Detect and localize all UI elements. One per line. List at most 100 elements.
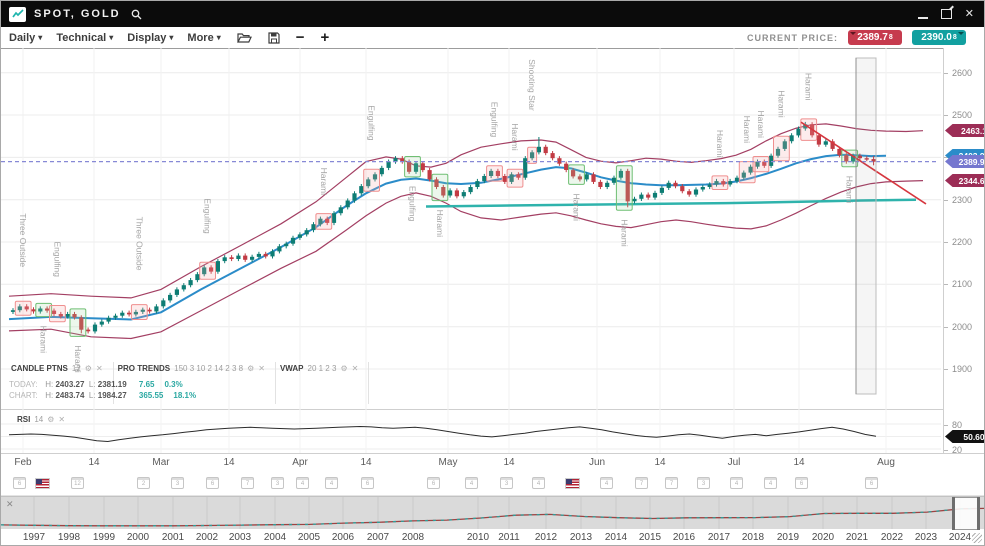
calendar-event-icon[interactable]: 4 [600, 477, 613, 489]
navigator-chart[interactable] [1, 497, 985, 530]
close-icon[interactable]: ✕ [96, 364, 103, 373]
us-flag-event-icon[interactable] [35, 478, 50, 489]
calendar-event-icon[interactable]: 3 [500, 477, 513, 489]
year-axis: 1997199819992000200120022003200420052006… [1, 529, 985, 546]
calendar-event-icon[interactable]: 3 [271, 477, 284, 489]
menu-display[interactable]: Display▾ [127, 32, 173, 44]
chevron-down-icon: ▾ [109, 33, 113, 42]
year-label: 2007 [367, 532, 389, 543]
svg-text:Harami: Harami [319, 168, 329, 196]
year-label: 1997 [23, 532, 45, 543]
indicator-price-badge: 2344.63 [945, 174, 985, 187]
calendar-event-icon[interactable]: 4 [465, 477, 478, 489]
svg-text:Harami: Harami [435, 210, 445, 238]
year-label: 2003 [229, 532, 251, 543]
price-axis[interactable]: 260025002400230022002100200019008020 [943, 48, 985, 453]
candlestick-chart[interactable]: Three OutsideHaramiEngulfingHaramiThree … [1, 48, 985, 409]
navigator-handle[interactable] [977, 497, 980, 530]
year-label: 2011 [498, 532, 520, 543]
price-tick-label: 2000 [952, 322, 972, 332]
calendar-event-icon[interactable]: 6 [865, 477, 878, 489]
save-icon[interactable] [268, 32, 280, 44]
year-label: 2022 [881, 532, 903, 543]
calendar-event-icon[interactable]: 7 [635, 477, 648, 489]
rsi-pane[interactable]: RSI14 ⚙ ✕ [1, 409, 985, 454]
x-axis-label: Mar [152, 457, 169, 468]
x-axis-label: 14 [223, 457, 234, 468]
app-logo-icon [9, 7, 26, 22]
calendar-event-icon[interactable]: 6 [795, 477, 808, 489]
x-axis-label: Jun [589, 457, 605, 468]
rsi-value-badge: 50.60 [945, 430, 985, 443]
history-navigator[interactable]: ✕ [1, 496, 985, 531]
navigator-close-icon[interactable]: ✕ [6, 499, 14, 510]
zoom-out-button[interactable]: − [296, 30, 305, 45]
main-chart-pane[interactable]: Three OutsideHaramiEngulfingHaramiThree … [1, 48, 985, 410]
gear-icon[interactable]: ⚙ [47, 415, 54, 424]
zoom-in-button[interactable]: + [320, 30, 329, 45]
gear-icon[interactable]: ⚙ [247, 364, 254, 373]
year-label: 2021 [846, 532, 868, 543]
minimize-button[interactable] [918, 16, 928, 19]
calendar-event-icon[interactable]: 4 [296, 477, 309, 489]
calendar-event-icon[interactable]: 6 [361, 477, 374, 489]
calendar-event-icon[interactable]: 4 [730, 477, 743, 489]
calendar-event-icon[interactable]: 6 [427, 477, 440, 489]
time-axis[interactable]: Feb14Mar14Apr14May14Jun14Jul14Aug [1, 453, 985, 473]
svg-text:Engulfing: Engulfing [52, 242, 62, 278]
calendar-event-icon[interactable]: 6 [13, 477, 26, 489]
search-icon[interactable] [131, 9, 142, 20]
svg-text:Harami: Harami [776, 90, 786, 118]
menu-timeframe[interactable]: Daily▾ [9, 32, 42, 44]
year-label: 2010 [467, 532, 489, 543]
open-folder-icon[interactable] [237, 32, 252, 44]
menu-technical[interactable]: Technical▾ [56, 32, 113, 44]
gear-icon[interactable]: ⚙ [340, 364, 347, 373]
year-label: 2014 [605, 532, 627, 543]
popout-button[interactable] [941, 9, 952, 19]
calendar-event-icon[interactable]: 2 [137, 477, 150, 489]
year-label: 2008 [402, 532, 424, 543]
last-price-badge: 2389.93 [945, 155, 985, 168]
calendar-event-icon[interactable]: 4 [532, 477, 545, 489]
x-axis-label: 14 [360, 457, 371, 468]
calendar-event-icon[interactable]: 3 [697, 477, 710, 489]
rsi-chart[interactable] [1, 409, 985, 453]
year-label: 2020 [812, 532, 834, 543]
close-icon[interactable]: ✕ [352, 364, 359, 373]
navigator-handle[interactable] [952, 497, 955, 530]
year-label: 1998 [58, 532, 80, 543]
legend-vwap[interactable]: VWAP20 1 2 3 ⚙ ✕ [276, 362, 369, 404]
x-axis-label: 14 [503, 457, 514, 468]
year-label: 2019 [777, 532, 799, 543]
menu-more[interactable]: More▾ [187, 32, 220, 44]
toolbar: Daily▾ Technical▾ Display▾ More▾ − + CUR… [1, 27, 984, 49]
navigator-selection-window[interactable] [954, 497, 978, 530]
close-button[interactable]: ✕ [965, 9, 974, 20]
svg-text:Harami: Harami [510, 123, 520, 151]
calendar-event-icon[interactable]: 7 [665, 477, 678, 489]
year-label: 2002 [196, 532, 218, 543]
price-tick-label: 2500 [952, 110, 972, 120]
us-flag-event-icon[interactable] [565, 478, 580, 489]
year-label: 2006 [332, 532, 354, 543]
current-price-label: CURRENT PRICE: [747, 33, 838, 43]
year-label: 2024 [949, 532, 971, 543]
price-tick-label: 1900 [952, 364, 972, 374]
calendar-event-icon[interactable]: 3 [171, 477, 184, 489]
resize-grip-icon[interactable] [972, 533, 982, 543]
calendar-event-icon[interactable]: 4 [325, 477, 338, 489]
x-axis-label: Jul [728, 457, 741, 468]
svg-text:Harami: Harami [756, 111, 766, 139]
app-window: SPOT, GOLD ✕ Daily▾ Technical▾ Display▾ … [0, 0, 985, 546]
legend-rsi[interactable]: RSI14 ⚙ ✕ [17, 415, 65, 424]
calendar-event-icon[interactable]: 12 [71, 477, 84, 489]
close-icon[interactable]: ✕ [258, 364, 265, 373]
calendar-event-icon[interactable]: 4 [764, 477, 777, 489]
gear-icon[interactable]: ⚙ [85, 364, 92, 373]
close-icon[interactable]: ✕ [58, 415, 65, 424]
calendar-event-icon[interactable]: 7 [241, 477, 254, 489]
svg-text:Harami: Harami [619, 219, 629, 247]
calendar-event-icon[interactable]: 6 [206, 477, 219, 489]
svg-text:Harami: Harami [742, 116, 752, 144]
